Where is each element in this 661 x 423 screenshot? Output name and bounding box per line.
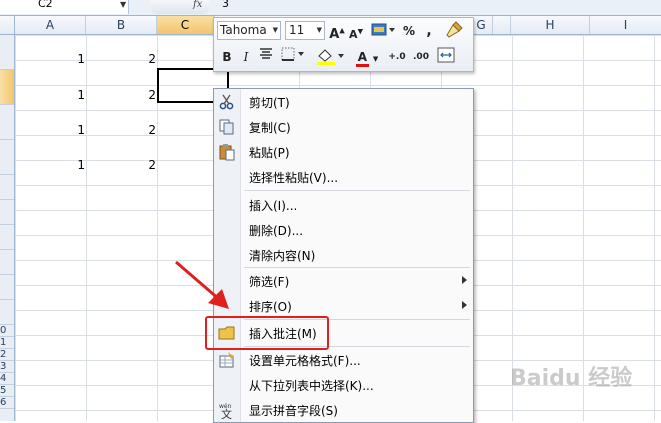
watermark-text: Baidu 经验 bbox=[510, 366, 633, 391]
annotation-arrow bbox=[175, 260, 229, 309]
annotation-highlight-box bbox=[205, 316, 329, 350]
